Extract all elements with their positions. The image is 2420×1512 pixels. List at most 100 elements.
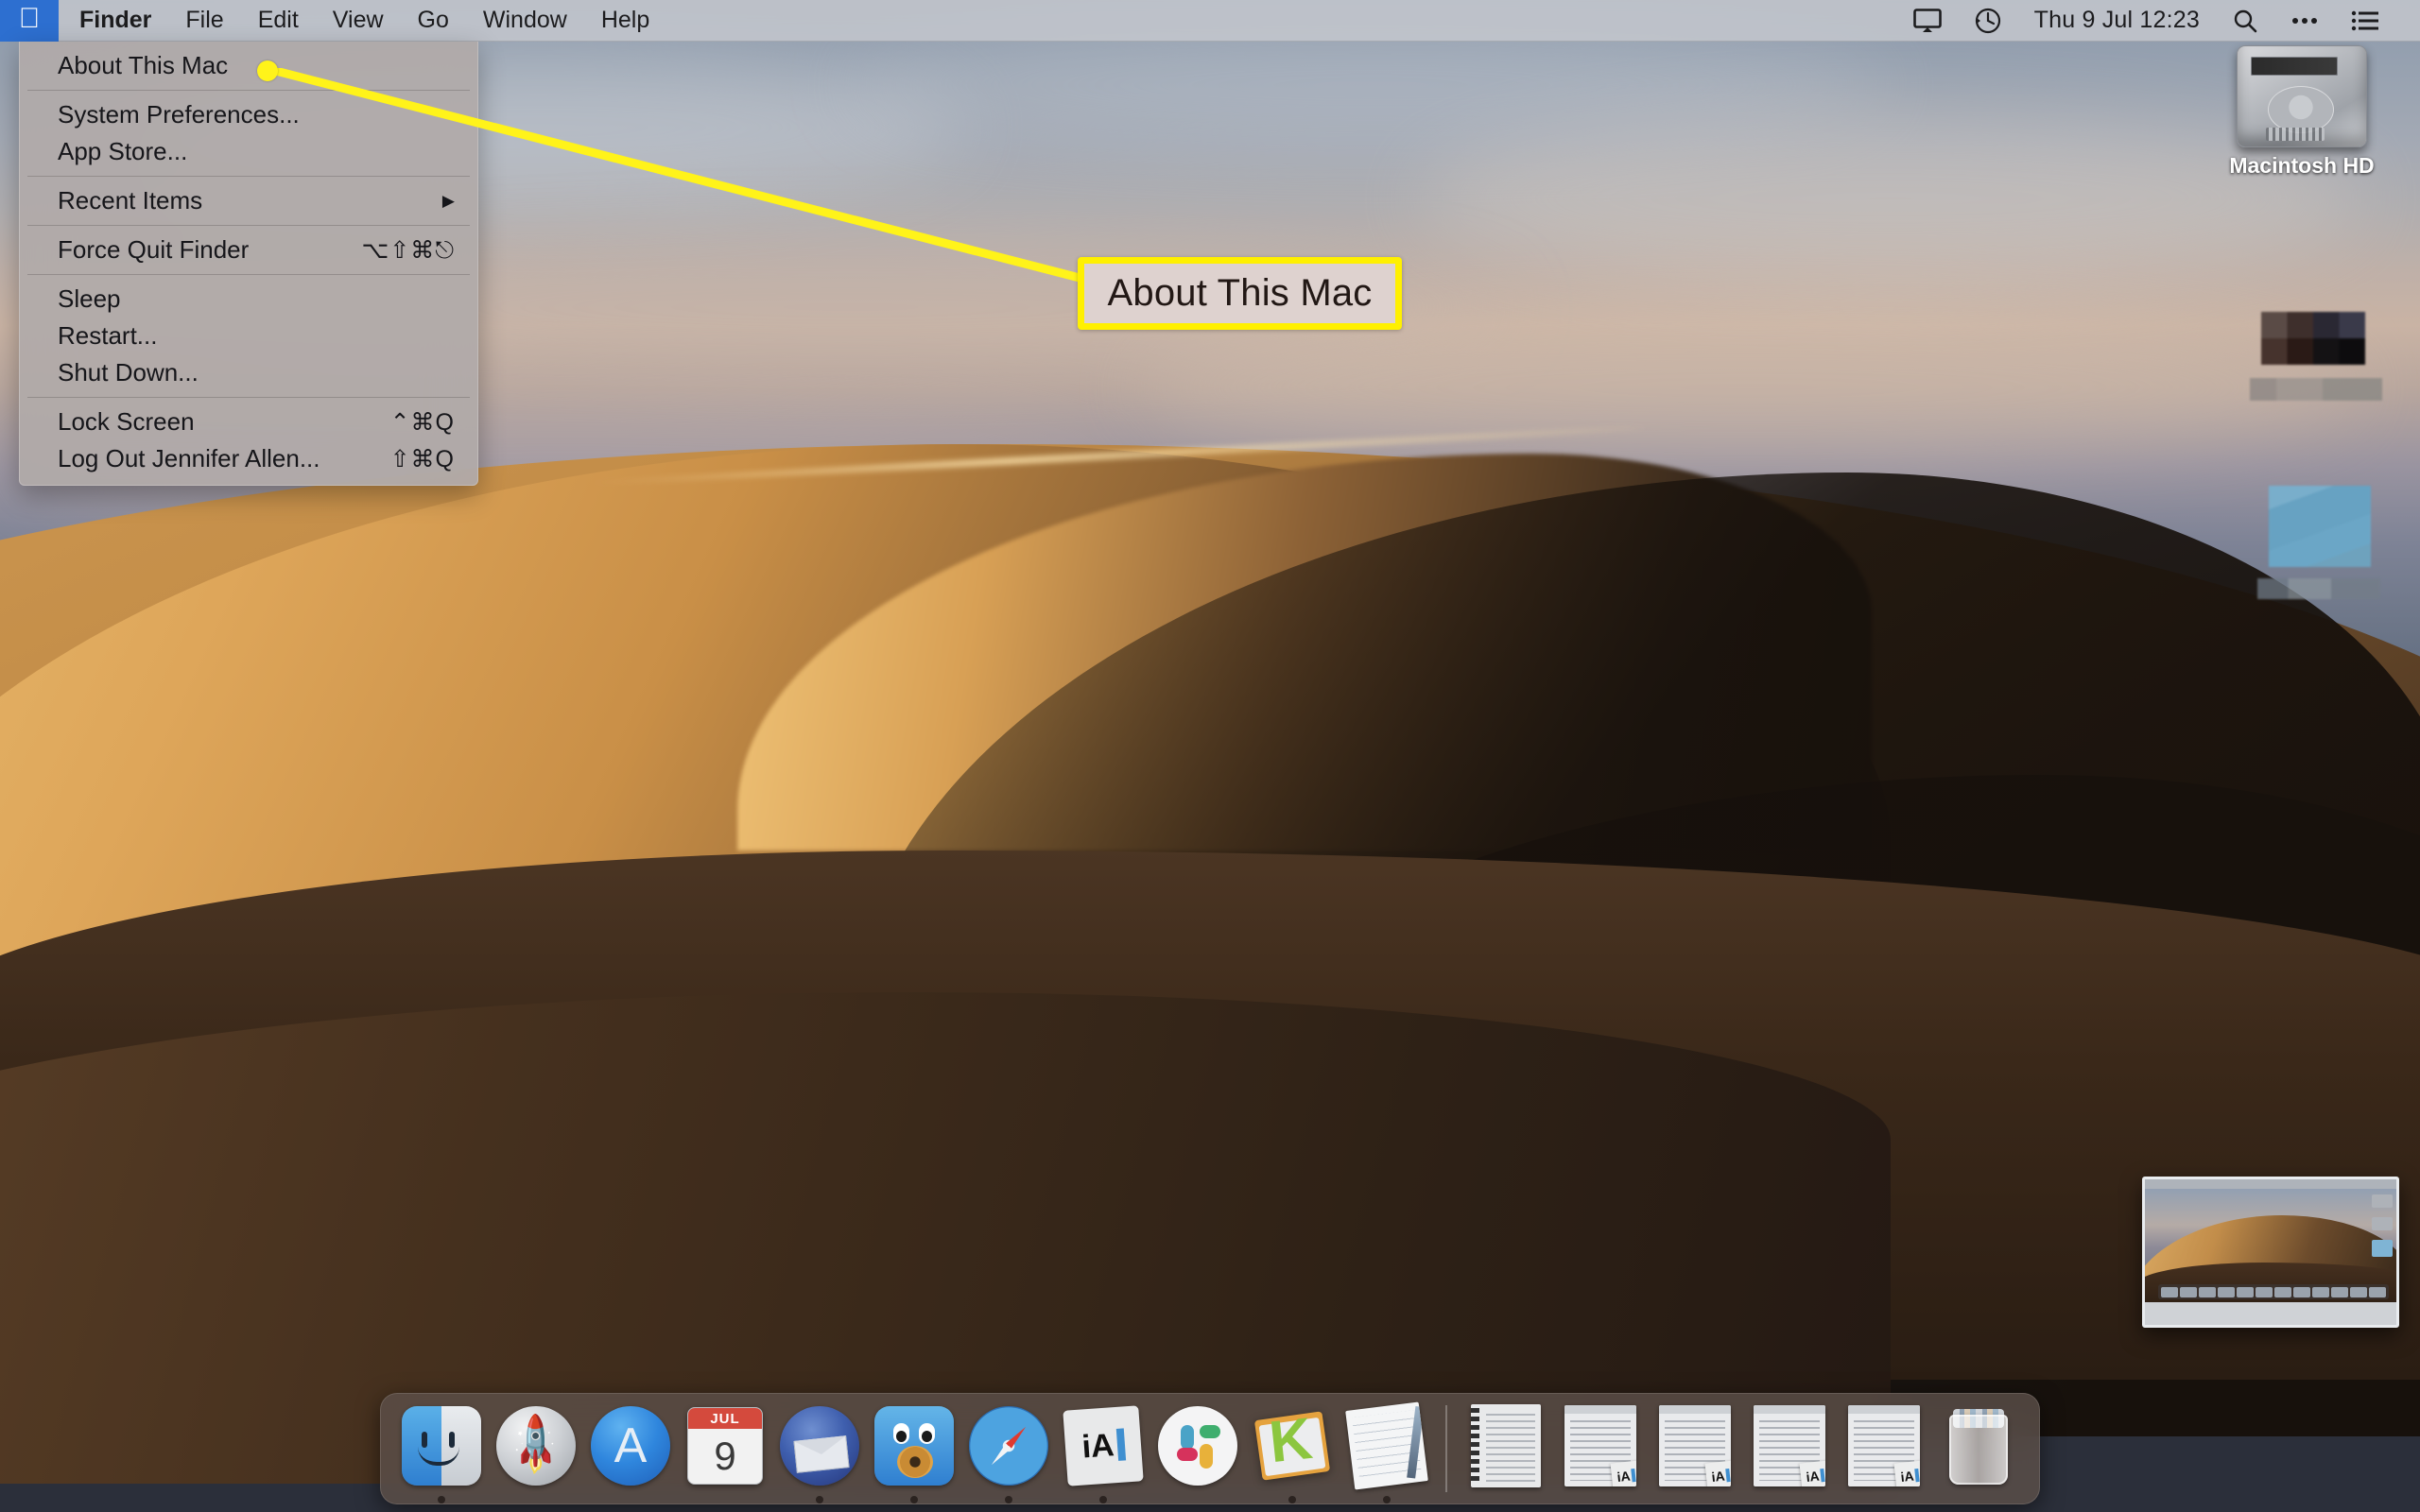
running-indicator bbox=[816, 1496, 823, 1503]
callout-label-about-this-mac: About This Mac bbox=[1078, 257, 1402, 330]
finder-icon bbox=[399, 1403, 484, 1488]
dock-item-trash[interactable] bbox=[1931, 1401, 2026, 1505]
dock-item-notes[interactable] bbox=[1340, 1401, 1434, 1505]
running-indicator bbox=[1383, 1496, 1391, 1503]
dock-item-safari[interactable] bbox=[961, 1401, 1056, 1505]
document-thumbnail-icon: iA bbox=[1652, 1403, 1737, 1488]
dock-item-launchpad[interactable]: 🚀 bbox=[489, 1401, 583, 1505]
thumbnail-dock bbox=[2158, 1284, 2389, 1299]
censored-desktop-icon-2[interactable] bbox=[2269, 486, 2371, 567]
dock-item-mail[interactable]: K bbox=[1245, 1401, 1340, 1505]
kmail-letter: K bbox=[1266, 1405, 1316, 1476]
menu-item-label: Recent Items bbox=[58, 186, 203, 215]
menu-separator bbox=[27, 176, 470, 177]
dock-divider bbox=[1445, 1405, 1447, 1492]
menu-separator bbox=[27, 397, 470, 398]
search-icon[interactable] bbox=[2216, 0, 2274, 42]
hard-drive-platter bbox=[2268, 86, 2334, 133]
menubar-item-file[interactable]: File bbox=[168, 0, 240, 42]
menubar-item-help[interactable]: Help bbox=[584, 0, 666, 42]
siri-icon[interactable] bbox=[2274, 0, 2335, 42]
document-thumbnail-icon: iA bbox=[1747, 1403, 1832, 1488]
hard-drive-icon bbox=[2237, 45, 2367, 147]
ia-writer-badge: iA bbox=[1893, 1460, 1920, 1486]
dock-minimized-document-2[interactable]: iA bbox=[1648, 1401, 1742, 1505]
menu-item-force-quit-finder[interactable]: Force Quit Finder ⌥⇧⌘⎋ bbox=[20, 232, 477, 268]
dock-item-finder[interactable] bbox=[394, 1401, 489, 1505]
dock[interactable]: 🚀 A JUL 9 iA K iA iA iA iA bbox=[380, 1393, 2040, 1504]
menu-item-lock-screen[interactable]: Lock Screen ⌃⌘Q bbox=[20, 404, 477, 440]
screenshot-preview-thumbnail[interactable] bbox=[2142, 1177, 2399, 1328]
dock-item-thunderbird[interactable] bbox=[772, 1401, 867, 1505]
desktop-icon-macintosh-hd[interactable]: Macintosh HD bbox=[2212, 45, 2392, 179]
document-thumbnail-icon bbox=[1463, 1403, 1548, 1488]
menu-item-log-out[interactable]: Log Out Jennifer Allen... ⇧⌘Q bbox=[20, 440, 477, 477]
dock-item-slack[interactable] bbox=[1150, 1401, 1245, 1505]
dock-item-app-store[interactable]: A bbox=[583, 1401, 678, 1505]
menubar-item-go[interactable]: Go bbox=[401, 0, 466, 42]
dock-minimized-document-1[interactable]: iA bbox=[1553, 1401, 1648, 1505]
menubar-item-view[interactable]: View bbox=[316, 0, 401, 42]
dock-item-calendar[interactable]: JUL 9 bbox=[678, 1401, 772, 1505]
safari-icon bbox=[966, 1403, 1051, 1488]
dock-minimized-spiral-notebook[interactable] bbox=[1459, 1401, 1553, 1505]
menubar-clock[interactable]: Thu 9 Jul 12:23 bbox=[2018, 0, 2216, 42]
notes-icon bbox=[1344, 1401, 1429, 1490]
desktop-icon-label: Macintosh HD bbox=[2229, 153, 2375, 178]
calendar-icon: JUL 9 bbox=[683, 1403, 768, 1488]
slack-icon bbox=[1155, 1403, 1240, 1488]
callout-text: About This Mac bbox=[1107, 272, 1373, 314]
control-center-list-icon[interactable] bbox=[2335, 0, 2395, 42]
menubar-status-area: Thu 9 Jul 12:23 bbox=[1897, 0, 2420, 42]
menu-item-app-store[interactable]: App Store... bbox=[20, 133, 477, 170]
menu-bar[interactable]:  Finder File Edit View Go Window Help T… bbox=[0, 0, 2420, 42]
menu-item-label: Shut Down... bbox=[58, 358, 199, 387]
kmail-icon: K bbox=[1250, 1403, 1335, 1488]
menu-separator bbox=[27, 90, 470, 91]
menu-item-label: Lock Screen bbox=[58, 407, 195, 436]
ia-writer-icon: iA bbox=[1061, 1403, 1146, 1488]
menu-item-about-this-mac[interactable]: About This Mac bbox=[20, 47, 477, 84]
menu-item-system-preferences[interactable]: System Preferences... bbox=[20, 96, 477, 133]
menu-item-label: About This Mac bbox=[58, 51, 229, 79]
display-icon[interactable] bbox=[1897, 0, 1958, 42]
menu-item-label: Force Quit Finder bbox=[58, 235, 250, 264]
document-thumbnail-icon: iA bbox=[1558, 1403, 1643, 1488]
menu-item-recent-items[interactable]: Recent Items ▶ bbox=[20, 182, 477, 219]
ia-writer-badge: iA bbox=[1799, 1460, 1825, 1486]
menubar-item-window[interactable]: Window bbox=[466, 0, 584, 42]
menu-item-sleep[interactable]: Sleep bbox=[20, 281, 477, 318]
menu-item-label: System Preferences... bbox=[58, 100, 300, 129]
censored-desktop-icon-2-label bbox=[2257, 578, 2380, 599]
running-indicator bbox=[910, 1496, 918, 1503]
apple-menu-button[interactable]:  bbox=[0, 0, 59, 42]
thumbnail-desktop bbox=[2145, 1189, 2396, 1302]
menu-item-shortcut: ⌥⇧⌘⎋ bbox=[361, 236, 455, 264]
callout-anchor-dot bbox=[257, 60, 278, 81]
running-indicator bbox=[1288, 1496, 1296, 1503]
dock-minimized-document-3[interactable]: iA bbox=[1742, 1401, 1837, 1505]
dock-item-tweetbot[interactable] bbox=[867, 1401, 961, 1505]
ia-writer-badge: iA bbox=[1610, 1460, 1636, 1486]
thumbnail-menubar bbox=[2145, 1179, 2396, 1189]
menubar-item-edit[interactable]: Edit bbox=[241, 0, 316, 42]
trash-full-icon bbox=[1936, 1403, 2021, 1488]
menu-item-shut-down[interactable]: Shut Down... bbox=[20, 354, 477, 391]
thunderbird-icon bbox=[777, 1403, 862, 1488]
time-machine-icon[interactable] bbox=[1958, 0, 2018, 42]
ia-writer-badge: iA bbox=[1704, 1460, 1731, 1486]
menu-item-shortcut: ⇧⌘Q bbox=[389, 445, 455, 472]
running-indicator bbox=[438, 1496, 445, 1503]
submenu-arrow-icon: ▶ bbox=[441, 191, 455, 210]
apple-menu-dropdown[interactable]: About This Mac System Preferences... App… bbox=[19, 42, 478, 486]
launchpad-icon: 🚀 bbox=[493, 1403, 579, 1488]
menubar-item-finder[interactable]: Finder bbox=[59, 0, 168, 42]
tweetbot-icon bbox=[872, 1403, 957, 1488]
menu-item-restart[interactable]: Restart... bbox=[20, 318, 477, 354]
menu-item-label: Restart... bbox=[58, 321, 158, 350]
dock-item-ia-writer[interactable]: iA bbox=[1056, 1401, 1150, 1505]
dock-minimized-document-4[interactable]: iA bbox=[1837, 1401, 1931, 1505]
censored-desktop-icon-1[interactable] bbox=[2261, 312, 2365, 365]
app-store-icon: A bbox=[588, 1403, 673, 1488]
document-thumbnail-icon: iA bbox=[1841, 1403, 1927, 1488]
